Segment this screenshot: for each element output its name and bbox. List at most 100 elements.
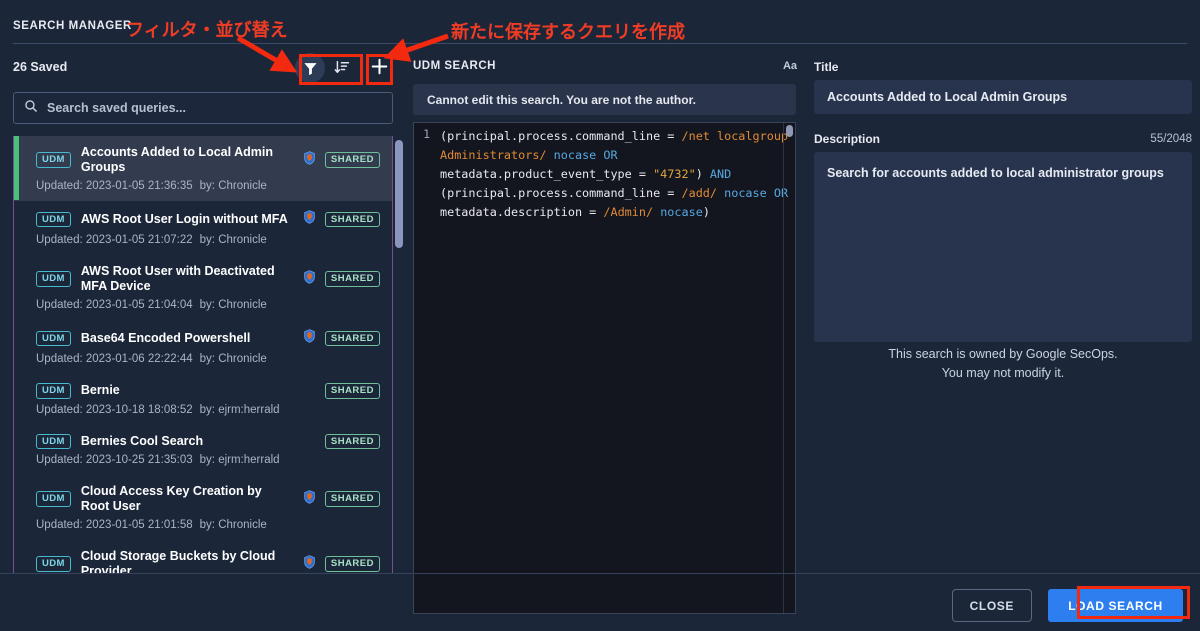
list-item-author: by: Chronicle <box>199 299 267 311</box>
query-type-chip: UDM <box>36 433 71 449</box>
list-item-name: Bernie <box>80 383 120 398</box>
saved-searches-list[interactable]: UDM Accounts Added to Local Admin Groups S… <box>13 136 393 573</box>
list-item[interactable]: UDM Cloud Storage Buckets by Cloud Provid… <box>14 540 392 574</box>
code-token: OR <box>603 148 618 163</box>
shared-badge: SHARED <box>324 211 380 228</box>
saved-list-scrollbar-thumb[interactable] <box>395 140 403 248</box>
filter-button[interactable] <box>295 53 325 83</box>
shield-icon <box>303 150 316 170</box>
query-code-text: (principal.process.command_line = /net l… <box>436 123 795 223</box>
list-item-author: by: ejrm:herrald <box>199 454 280 466</box>
query-type-chip: UDM <box>36 383 71 399</box>
shared-badge: SHARED <box>324 433 380 449</box>
list-item-author: by: ejrm:herrald <box>199 403 280 416</box>
list-item-badges: SHARED <box>303 210 380 229</box>
list-toolbar <box>295 53 393 83</box>
shared-badge: SHARED <box>324 330 380 347</box>
list-item-updated: Updated: 2023-01-05 21:07:22 <box>36 234 193 246</box>
load-search-button[interactable]: LOAD SEARCH <box>1048 589 1183 622</box>
list-item-author: by: Chronicle <box>199 353 267 365</box>
list-item[interactable]: UDM AWS Root User with Deactivated MFA De… <box>14 255 392 320</box>
search-saved-queries-field[interactable] <box>13 92 393 124</box>
list-item-meta: Updated: 2023-01-05 21:36:35 by: Chronicl… <box>36 180 380 192</box>
plus-icon <box>371 58 388 78</box>
shield-icon <box>303 489 316 509</box>
editor-scroll-track <box>783 123 784 613</box>
saved-list-scrollbar[interactable] <box>395 138 403 571</box>
code-token: ) <box>695 167 710 182</box>
udm-search-header: UDM SEARCH Aa <box>413 60 797 72</box>
list-item-name: AWS Root User with Deactivated MFA Devic… <box>80 264 275 293</box>
query-editor[interactable]: 1 (principal.process.command_line = /net… <box>413 122 796 614</box>
list-item-name: AWS Root User Login without MFA <box>80 212 288 226</box>
code-token: /add/ <box>681 186 717 201</box>
list-item[interactable]: UDM Accounts Added to Local Admin Groups S… <box>14 136 392 201</box>
code-token: nocase <box>660 205 703 220</box>
list-item[interactable]: UDM Cloud Access Key Creation by Root Use… <box>14 475 392 540</box>
list-item[interactable]: UDM Bernies Cool Search SHARED Updated: 202… <box>14 425 392 476</box>
query-type-chip: UDM <box>36 211 71 228</box>
list-item[interactable]: UDM AWS Root User Login without MFA SHARED… <box>14 201 392 255</box>
shared-badge: SHARED <box>324 271 380 287</box>
list-item-name: Accounts Added to Local Admin Groups <box>80 145 273 174</box>
code-token: nocase <box>553 148 597 163</box>
close-button[interactable]: CLOSE <box>951 589 1032 622</box>
list-item-updated: Updated: 2023-10-25 21:35:03 <box>36 454 193 466</box>
title-value[interactable]: Accounts Added to Local Admin Groups <box>814 80 1192 114</box>
code-token: "4732" <box>653 167 696 182</box>
list-item-badges: SHARED <box>303 329 380 348</box>
query-type-chip: UDM <box>36 330 71 347</box>
search-manager-dialog: SEARCH MANAGER 26 Saved Search saved que… <box>0 0 1200 631</box>
dialog-actions: CLOSE LOAD SEARCH <box>951 586 1186 625</box>
shield-icon <box>303 554 316 574</box>
list-item-name: Base64 Encoded Powershell <box>80 331 251 345</box>
list-item-meta: Updated: 2023-01-05 21:07:22 by: Chronicl… <box>36 234 380 246</box>
annotation-filter-sort: フィルタ・並び替え <box>126 20 288 41</box>
sort-descending-icon <box>334 60 350 76</box>
code-token: nocase <box>724 186 767 201</box>
query-type-chip: UDM <box>36 271 71 287</box>
sort-button[interactable] <box>327 53 357 83</box>
list-item-badges: SHARED <box>303 554 380 574</box>
footer-divider <box>0 573 1200 574</box>
search-input[interactable] <box>47 101 382 115</box>
ownership-note-line2: You may not modify it. <box>941 366 1065 381</box>
code-token: AND <box>709 167 732 182</box>
list-item-meta: Updated: 2023-10-25 21:35:03 by: ejrm:her… <box>36 454 380 466</box>
title-label: Title <box>814 60 839 74</box>
list-item-badges: SHARED <box>303 150 380 170</box>
add-search-button[interactable] <box>365 53 393 83</box>
description-char-count: 55/2048 <box>1150 133 1192 145</box>
list-item-author: by: Chronicle <box>199 180 267 192</box>
ownership-note: This search is owned by Google SecOps. Y… <box>814 345 1192 384</box>
list-item-author: by: Chronicle <box>199 234 267 246</box>
shield-icon <box>303 329 316 348</box>
ownership-note-line1: This search is owned by Google SecOps. <box>888 347 1118 361</box>
editor-scrollbar-thumb[interactable] <box>786 125 793 137</box>
description-label: Description <box>814 132 881 146</box>
description-header: Description 55/2048 <box>814 132 1192 146</box>
list-item-name: Cloud Storage Buckets by Cloud Provider <box>80 549 276 573</box>
filter-icon <box>303 61 318 76</box>
description-value[interactable]: Search for accounts added to local admin… <box>814 152 1192 342</box>
list-item-updated: Updated: 2023-01-05 21:04:04 <box>36 299 193 311</box>
list-item-meta: Updated: 2023-01-05 21:04:04 by: Chronicl… <box>36 299 380 311</box>
shared-badge: SHARED <box>324 491 380 507</box>
list-item-meta: Updated: 2023-01-05 21:01:58 by: Chronicl… <box>36 519 380 531</box>
list-item-badges: SHARED <box>303 269 380 289</box>
list-item-updated: Updated: 2023-10-18 18:08:52 <box>36 403 193 416</box>
search-icon <box>24 99 38 118</box>
shared-badge: SHARED <box>324 556 380 572</box>
shared-badge: SHARED <box>324 152 380 168</box>
query-type-chip: UDM <box>36 556 71 572</box>
list-item-updated: Updated: 2023-01-05 21:01:58 <box>36 519 193 531</box>
list-item-author: by: Chronicle <box>199 519 267 531</box>
shared-badge: SHARED <box>324 383 380 399</box>
list-item[interactable]: UDM Bernie SHARED Updated: 2023-10-18 18:08… <box>14 374 392 425</box>
annotation-create-query: 新たに保存するクエリを作成 <box>451 22 685 43</box>
list-item[interactable]: UDM Base64 Encoded Powershell SHARED Update… <box>14 320 392 374</box>
font-size-icon[interactable]: Aa <box>783 60 797 72</box>
query-type-chip: UDM <box>36 152 71 168</box>
